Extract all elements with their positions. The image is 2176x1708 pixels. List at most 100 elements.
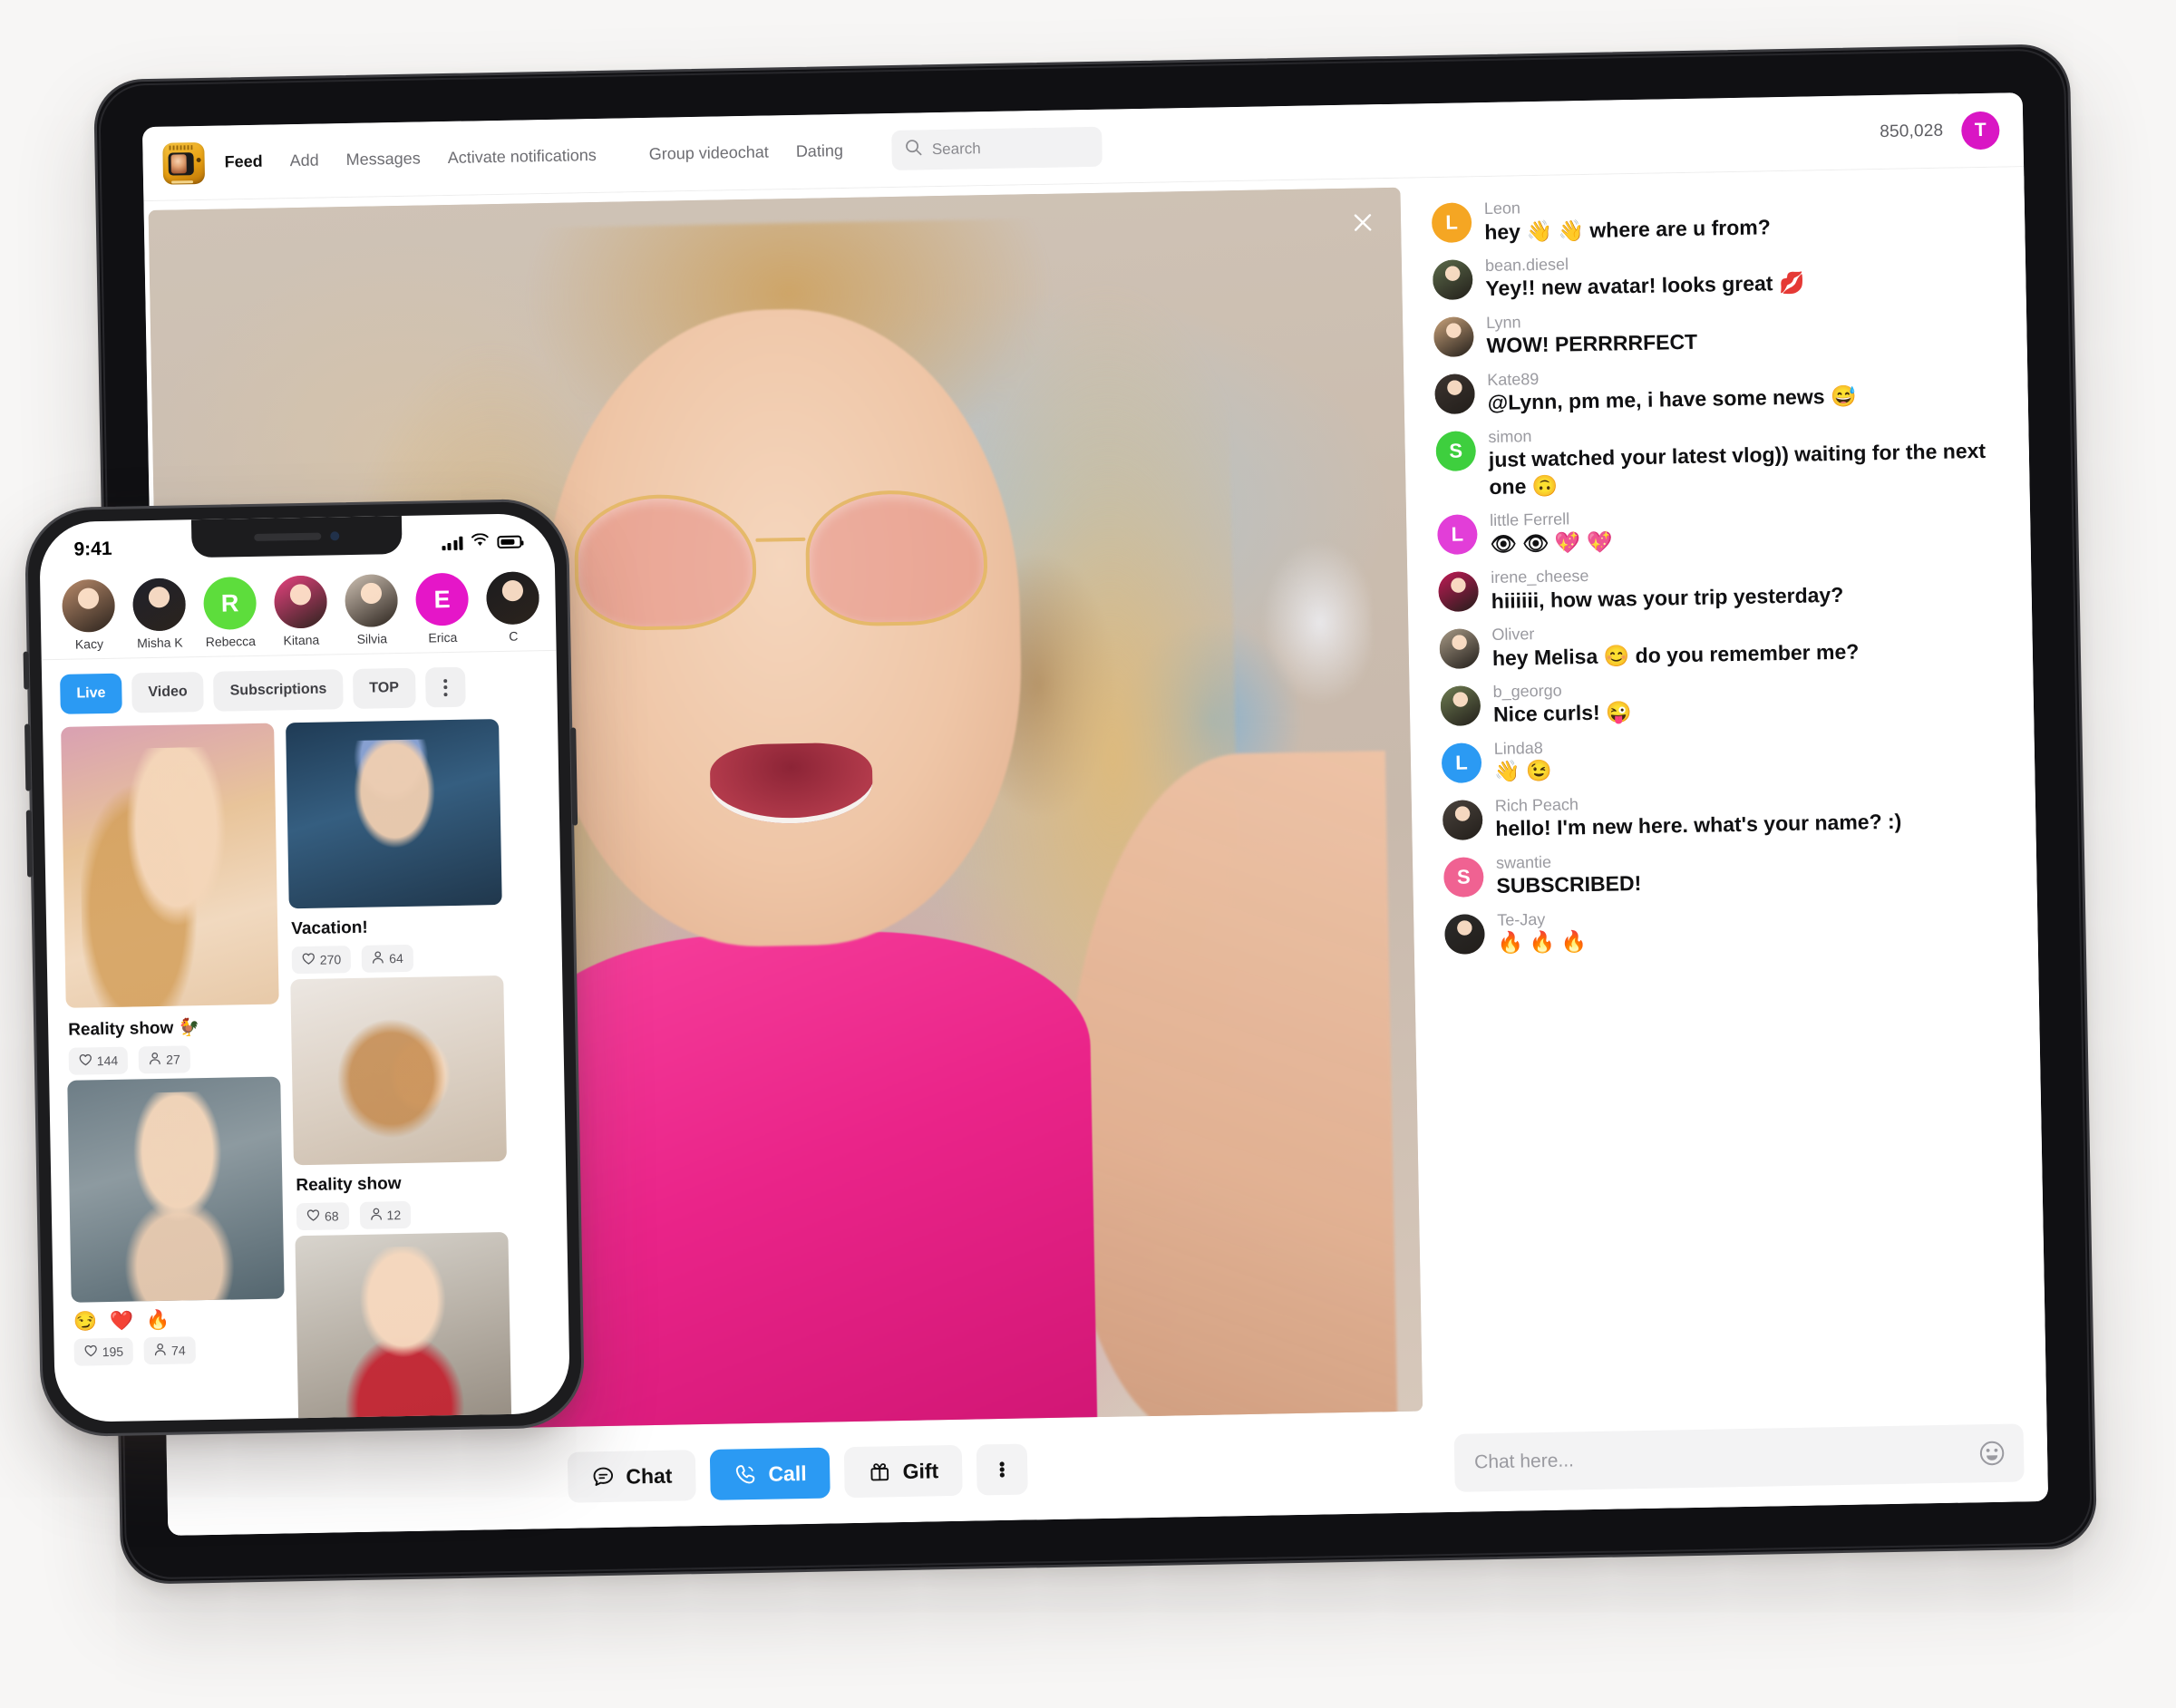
story-name: Silvia bbox=[356, 631, 388, 646]
chat-username[interactable]: Te-Jay bbox=[1497, 908, 1587, 930]
feed-card-thumbnail[interactable] bbox=[286, 719, 502, 909]
chat-avatar[interactable]: L bbox=[1431, 202, 1472, 244]
story-avatar[interactable] bbox=[132, 577, 187, 632]
nav-link-group-videochat[interactable]: Group videochat bbox=[649, 142, 769, 163]
chat-message-text: SUBSCRIBED! bbox=[1496, 871, 1642, 898]
chat-avatar[interactable]: L bbox=[1441, 742, 1482, 783]
like-count: 195 bbox=[73, 1337, 134, 1366]
nav-link-activate-notifications[interactable]: Activate notifications bbox=[448, 146, 597, 168]
chat-avatar[interactable] bbox=[1439, 628, 1481, 670]
feed-card-title: Reality show bbox=[296, 1174, 402, 1196]
chat-avatar[interactable]: S bbox=[1443, 856, 1484, 898]
story-avatar[interactable] bbox=[274, 575, 328, 629]
heart-outline-icon bbox=[306, 1208, 320, 1225]
feed-filter-subscriptions[interactable]: Subscriptions bbox=[213, 669, 344, 712]
chat-username[interactable]: swantie bbox=[1496, 850, 1641, 873]
chat-username[interactable]: Linda8 bbox=[1494, 738, 1552, 760]
chat-message: irene_cheese hiiiiii, how was your trip y… bbox=[1438, 558, 2005, 616]
phone-clock: 9:41 bbox=[73, 538, 112, 560]
feed-card-thumbnail[interactable] bbox=[67, 1076, 285, 1303]
feed-card-reactions: 😏 ❤️ 🔥 bbox=[73, 1309, 174, 1333]
balance-amount: 850,028 bbox=[1880, 121, 1944, 141]
story-avatar[interactable] bbox=[486, 571, 540, 626]
emoji-smiley-icon[interactable] bbox=[1977, 1438, 2008, 1470]
viewer-count-value: 12 bbox=[386, 1208, 402, 1223]
feed-filter-tabs[interactable]: Live Video Subscriptions TOP bbox=[42, 651, 558, 727]
story-item[interactable]: Kitana bbox=[265, 575, 336, 647]
chat-message-body: b_georgo Nice curls! 😜 bbox=[1492, 679, 1632, 729]
like-count: 270 bbox=[291, 946, 352, 975]
chat-message: Te-Jay 🔥 🔥 🔥 bbox=[1444, 900, 2011, 957]
feed-card[interactable]: 😏 ❤️ 🔥 195 74 bbox=[67, 1076, 286, 1366]
phone-screen: 9:41 Kacy Misha K R Rebecca Kitana Silvia E Eri… bbox=[38, 512, 571, 1423]
feed-card-title: Vacation! bbox=[291, 917, 368, 939]
chat-avatar[interactable] bbox=[1434, 374, 1475, 414]
gift-button[interactable]: Gift bbox=[844, 1444, 963, 1499]
chat-username[interactable]: b_georgo bbox=[1492, 679, 1631, 702]
tv-app-logo-icon[interactable] bbox=[162, 141, 206, 185]
chat-message: L Leon hey 👋 👋 where are u from? bbox=[1431, 189, 1998, 247]
feed-card-thumbnail[interactable] bbox=[290, 975, 507, 1166]
chat-avatar[interactable] bbox=[1442, 799, 1483, 840]
chat-message-body: irene_cheese hiiiiii, how was your trip y… bbox=[1491, 561, 1843, 615]
feed-card[interactable] bbox=[295, 1231, 512, 1423]
feed-filter-live[interactable]: Live bbox=[60, 673, 122, 714]
story-item[interactable]: Misha K bbox=[123, 577, 195, 650]
chat-avatar[interactable]: S bbox=[1435, 430, 1477, 471]
chat-avatar[interactable]: L bbox=[1437, 514, 1478, 556]
chat-avatar[interactable] bbox=[1440, 685, 1481, 726]
call-button[interactable]: Call bbox=[709, 1447, 831, 1500]
chat-input-placeholder: Chat here... bbox=[1473, 1450, 1575, 1473]
nav-link-dating[interactable]: Dating bbox=[796, 141, 843, 161]
chat-message: b_georgo Nice curls! 😜 bbox=[1440, 673, 2006, 730]
phone-device: 9:41 Kacy Misha K R Rebecca Kitana Silvia E Eri… bbox=[23, 498, 586, 1438]
feed-card[interactable]: Reality show 🐓 144 27 bbox=[61, 723, 280, 1075]
story-item[interactable]: C bbox=[477, 571, 549, 644]
call-button-label: Call bbox=[768, 1461, 807, 1486]
close-icon[interactable] bbox=[1345, 204, 1382, 241]
chat-message-text: @Lynn, pm me, i have some news 😅 bbox=[1487, 383, 1857, 415]
nav-link-feed[interactable]: Feed bbox=[224, 152, 262, 172]
feed-card[interactable]: Reality show 68 12 bbox=[290, 975, 508, 1231]
feed-card[interactable]: Vacation! 270 64 bbox=[286, 719, 503, 975]
chat-message-list[interactable]: L Leon hey 👋 👋 where are u from? bean.diese… bbox=[1431, 189, 2024, 1420]
feed-filter-top[interactable]: TOP bbox=[352, 667, 416, 709]
feed-filter-video[interactable]: Video bbox=[131, 671, 205, 713]
feed-card-thumbnail[interactable] bbox=[61, 723, 279, 1008]
feed-filter-more-button[interactable] bbox=[424, 666, 466, 708]
story-avatar[interactable] bbox=[62, 578, 116, 633]
user-avatar[interactable]: T bbox=[1960, 111, 2000, 150]
feed-card-thumbnail[interactable] bbox=[295, 1231, 512, 1423]
story-name: Rebecca bbox=[205, 633, 257, 649]
video-subject-top bbox=[512, 927, 1099, 1434]
stories-row[interactable]: Kacy Misha K R Rebecca Kitana Silvia E Erica C bbox=[40, 565, 557, 661]
feed-card-stats: 144 27 bbox=[67, 1044, 281, 1075]
story-name: C bbox=[509, 628, 519, 644]
feed-card-stats: 195 74 bbox=[72, 1334, 286, 1366]
chat-button[interactable]: Chat bbox=[567, 1450, 696, 1503]
phone-volume-up-button[interactable] bbox=[24, 723, 32, 791]
story-avatar[interactable]: E bbox=[415, 572, 470, 626]
chat-avatar[interactable] bbox=[1438, 571, 1479, 613]
nav-link-messages[interactable]: Messages bbox=[345, 150, 420, 170]
story-avatar[interactable]: R bbox=[203, 576, 257, 630]
phone-volume-down-button[interactable] bbox=[25, 810, 34, 878]
story-avatar[interactable] bbox=[345, 574, 399, 628]
person-icon bbox=[372, 950, 384, 966]
story-item[interactable]: Silvia bbox=[335, 574, 407, 646]
chat-message: Rich Peach hello! I'm new here. what's yo… bbox=[1442, 786, 2009, 843]
nav-divider bbox=[624, 154, 649, 155]
search-input[interactable]: Search bbox=[891, 126, 1103, 170]
story-item[interactable]: E Erica bbox=[406, 572, 478, 645]
story-item[interactable]: Kacy bbox=[53, 578, 124, 652]
chat-input[interactable]: Chat here... bbox=[1453, 1423, 2025, 1492]
more-options-button[interactable] bbox=[976, 1443, 1028, 1496]
chat-username[interactable]: little Ferrell bbox=[1490, 509, 1612, 531]
chat-avatar[interactable] bbox=[1433, 316, 1474, 357]
chat-avatar[interactable] bbox=[1432, 259, 1473, 301]
phone-silent-switch[interactable] bbox=[23, 651, 30, 690]
nav-link-add[interactable]: Add bbox=[289, 151, 318, 171]
chat-avatar[interactable] bbox=[1444, 913, 1485, 955]
story-item[interactable]: R Rebecca bbox=[194, 576, 266, 649]
